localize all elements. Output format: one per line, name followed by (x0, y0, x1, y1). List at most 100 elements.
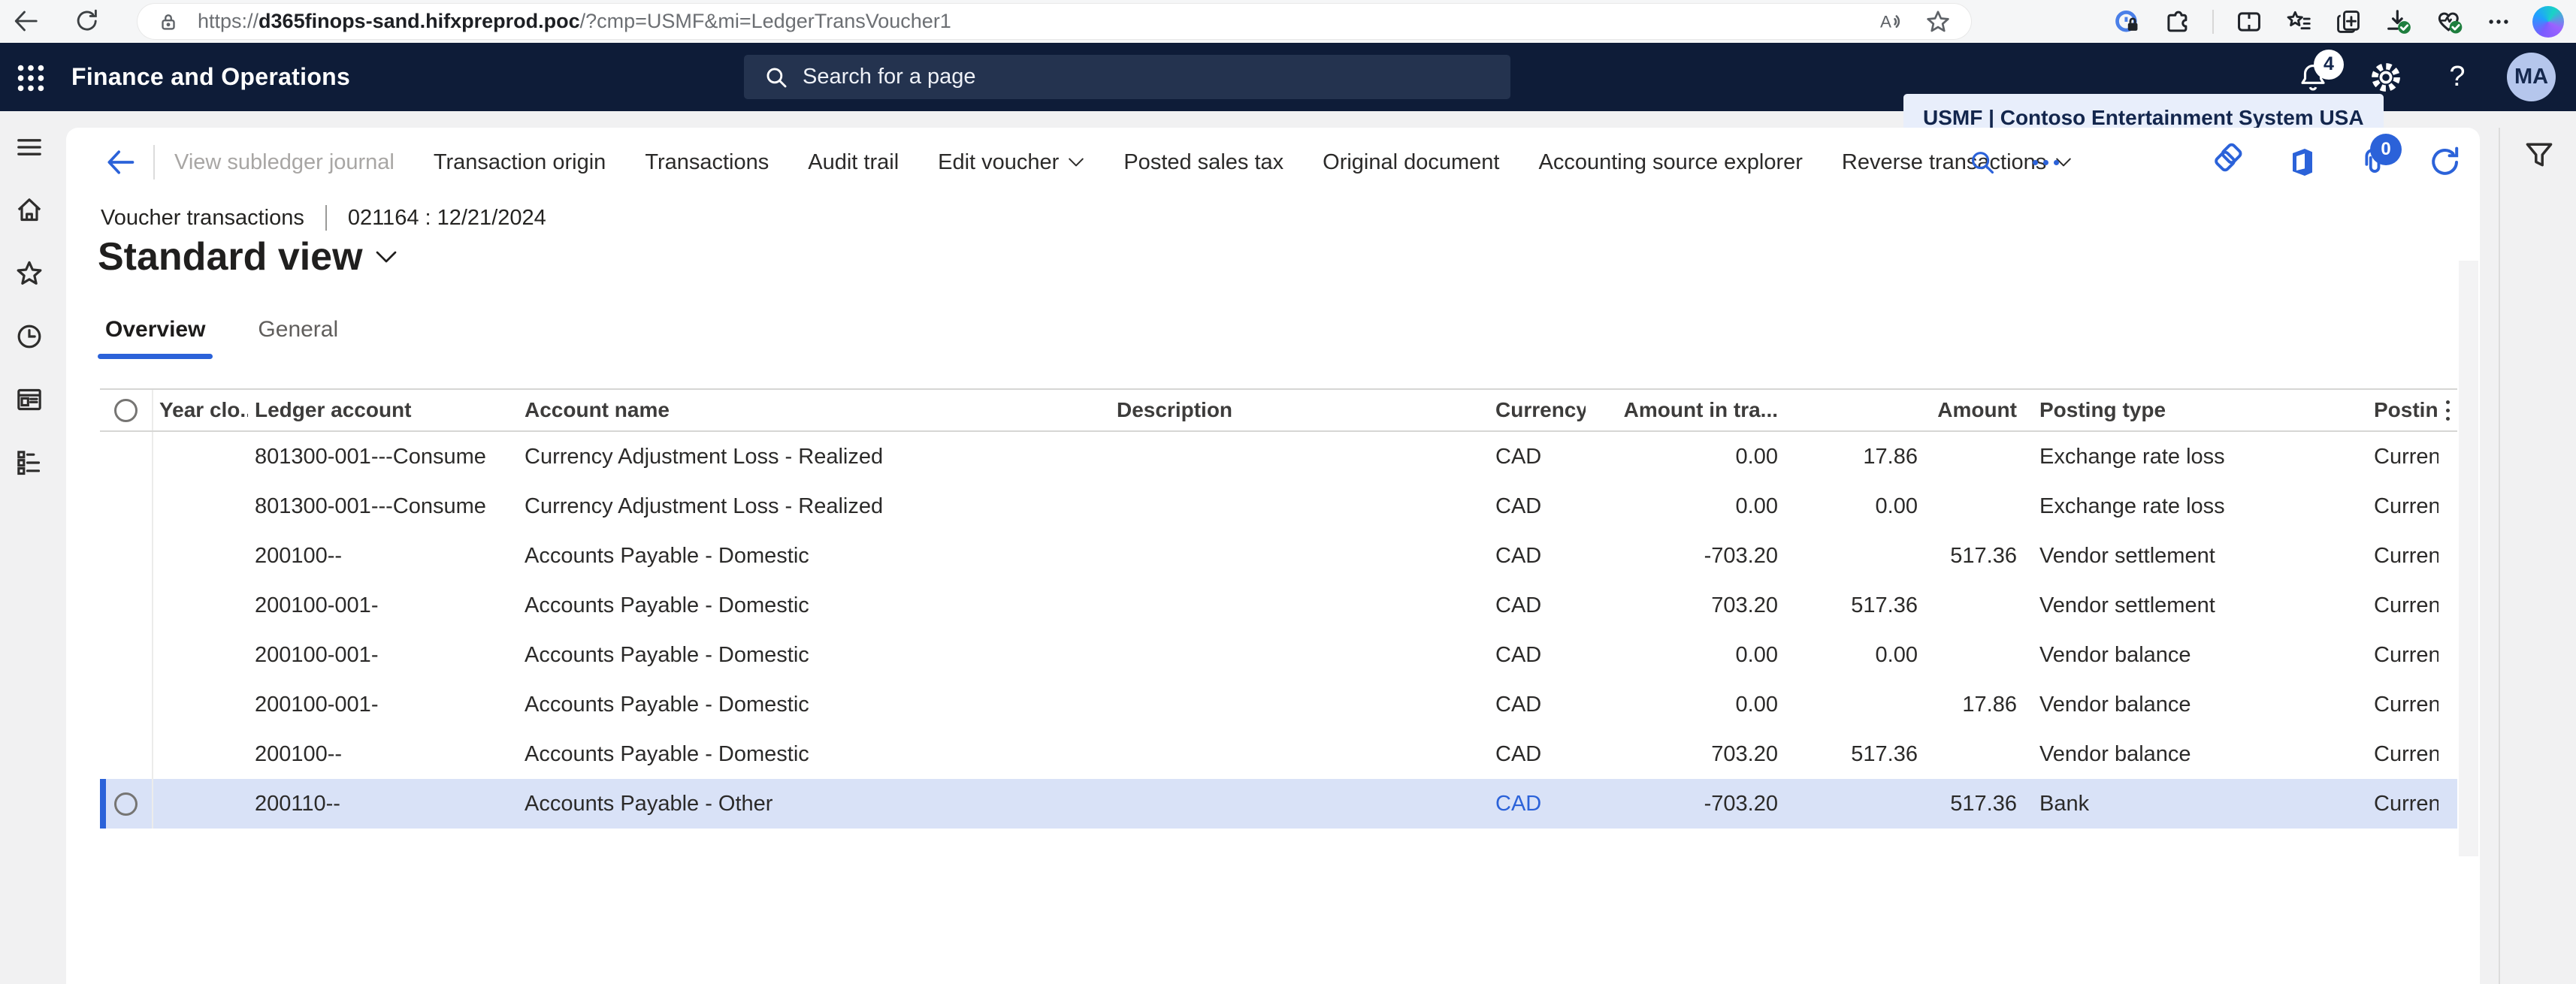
url-text[interactable]: https://d365finops-sand.hifxpreprod.poc/… (198, 10, 951, 33)
svg-text:A: A (1880, 12, 1891, 31)
cell-currency: CAD (1485, 593, 1586, 618)
favorites-star-icon[interactable] (13, 257, 46, 290)
filter-funnel-icon[interactable] (2521, 137, 2557, 173)
cell-amount-in-transaction: 703.20 (1586, 742, 1778, 767)
notifications-button[interactable]: 4 (2290, 43, 2336, 111)
cell-amount: 517.36 (1918, 792, 2017, 816)
table-row[interactable]: 200110--Accounts Payable - OtherCAD-703.… (100, 779, 2457, 829)
table-row[interactable]: 200100--Accounts Payable - DomesticCAD70… (100, 729, 2457, 779)
tab-general[interactable]: General (258, 317, 338, 359)
action-transactions[interactable]: Transactions (645, 150, 769, 175)
action-original-document[interactable]: Original document (1323, 150, 1499, 175)
power-apps-icon[interactable] (2206, 140, 2251, 185)
cell-posting-layer: Current (2367, 792, 2438, 816)
recent-clock-icon[interactable] (13, 320, 46, 353)
voucher-grid: Year clo...Ledger accountAccount nameDes… (100, 388, 2457, 829)
action-view-subledger-journal: View subledger journal (174, 150, 395, 175)
search-input[interactable] (803, 65, 1464, 89)
downloads-icon[interactable] (2384, 7, 2414, 37)
favorites-list-icon[interactable] (2284, 8, 2313, 36)
action-bar: View subledger journal Transaction origin… (66, 128, 2480, 197)
table-row[interactable]: 200100-001-Accounts Payable - DomesticCA… (100, 630, 2457, 680)
row-select-radio[interactable] (100, 630, 153, 680)
row-select-radio[interactable] (100, 680, 153, 729)
cell-posting-layer: Current (2367, 593, 2438, 618)
refresh-icon[interactable] (2423, 140, 2468, 185)
cell-amount-in-transaction: 0.00 (1586, 445, 1778, 469)
hamburger-menu-icon[interactable] (13, 131, 46, 164)
action-accounting-source-explorer[interactable]: Accounting source explorer (1538, 150, 1802, 175)
cell-account-name: Accounts Payable - Domestic (519, 742, 1112, 767)
refresh-icon[interactable] (72, 6, 102, 36)
row-select-radio[interactable] (100, 729, 153, 779)
cell-posting-type: Vendor settlement (2017, 544, 2367, 569)
page-search-box[interactable] (744, 55, 1510, 99)
favorite-star-icon[interactable] (1924, 8, 1952, 35)
table-row[interactable]: 801300-001---ConsumeCurrency Adjustment … (100, 432, 2457, 481)
help-button[interactable]: ? (2435, 43, 2480, 111)
cell-ledger-account: 801300-001---Consume (248, 445, 519, 469)
grid-scrollbar[interactable] (2459, 261, 2478, 856)
row-select-radio[interactable] (100, 432, 153, 481)
office-icon[interactable] (2278, 140, 2324, 185)
table-row[interactable]: 200100-001-Accounts Payable - DomesticCA… (100, 581, 2457, 630)
col-amount-in-transaction[interactable]: Amount in tra... (1586, 398, 1778, 422)
back-arrow-icon[interactable] (101, 143, 140, 182)
breadcrumb-page[interactable]: Voucher transactions (101, 206, 304, 231)
row-select-radio[interactable] (100, 581, 153, 630)
action-edit-voucher[interactable]: Edit voucher (938, 150, 1084, 175)
radio-circle (114, 792, 138, 816)
table-row[interactable]: 200100--Accounts Payable - DomesticCAD-7… (100, 531, 2457, 581)
read-aloud-icon[interactable]: A (1878, 8, 1905, 35)
row-select-radio[interactable] (100, 481, 153, 531)
cell-amount: 517.36 (1918, 544, 2017, 569)
action-item-label: Reverse transactions (1842, 150, 2046, 175)
action-audit-trail[interactable]: Audit trail (808, 150, 899, 175)
row-select-radio[interactable] (100, 531, 153, 581)
row-select-radio[interactable] (100, 779, 153, 829)
col-posting-type[interactable]: Posting type (2017, 398, 2367, 422)
avatar[interactable]: MA (2507, 53, 2556, 101)
filter-panel (2499, 128, 2576, 984)
main-card: View subledger journal Transaction origin… (66, 128, 2480, 984)
col-amount[interactable]: Amount (1918, 398, 2017, 422)
view-selector[interactable]: Standard view (98, 234, 398, 279)
col-currency[interactable]: Currency (1485, 398, 1586, 422)
collections-icon[interactable] (2334, 8, 2363, 36)
action-transaction-origin[interactable]: Transaction origin (434, 150, 606, 175)
lock-icon[interactable] (157, 11, 180, 33)
action-item-label: Edit voucher (938, 150, 1059, 175)
more-commands-button[interactable] (2023, 141, 2068, 183)
col-posting-layer[interactable]: Posting (2367, 398, 2438, 422)
cell-ledger-account: 200110-- (248, 792, 519, 816)
col-description[interactable]: Description (1112, 398, 1485, 422)
modules-list-icon[interactable] (13, 446, 46, 479)
table-row[interactable]: 200100-001-Accounts Payable - DomesticCA… (100, 680, 2457, 729)
privacy-lock-icon[interactable] (2113, 8, 2142, 36)
action-posted-sales-tax[interactable]: Posted sales tax (1123, 150, 1283, 175)
back-icon[interactable] (11, 6, 41, 36)
cell-amount-secondary: 0.00 (1778, 643, 1918, 668)
workspaces-icon[interactable] (13, 383, 46, 416)
address-bar[interactable]: https://d365finops-sand.hifxpreprod.poc/… (138, 4, 1971, 39)
home-icon[interactable] (13, 194, 46, 227)
col-year-closed[interactable]: Year clo... (153, 398, 248, 422)
tab-overview[interactable]: Overview (105, 317, 205, 359)
browser-essentials-icon[interactable] (2435, 7, 2465, 37)
grid-search-button[interactable] (1961, 141, 2003, 183)
col-account-name[interactable]: Account name (519, 398, 1112, 422)
more-dots-icon[interactable] (2486, 9, 2511, 35)
browser-toolbar: https://d365finops-sand.hifxpreprod.poc/… (0, 0, 2576, 43)
settings-button[interactable] (2363, 43, 2408, 111)
attach-paperclip-icon[interactable]: 0 (2351, 140, 2396, 185)
col-ledger-account[interactable]: Ledger account (248, 398, 519, 422)
column-options-button[interactable] (2438, 400, 2457, 421)
table-row[interactable]: 801300-001---ConsumeCurrency Adjustment … (100, 481, 2457, 531)
copilot-icon[interactable] (2532, 6, 2564, 38)
record-id: 021164 : 12/21/2024 (348, 206, 546, 231)
select-all-radio[interactable] (100, 390, 153, 430)
extensions-puzzle-icon[interactable] (2163, 8, 2191, 36)
app-launcher-waffle-icon[interactable] (14, 61, 48, 95)
split-screen-icon[interactable] (2235, 8, 2263, 36)
grid-header-row: Year clo...Ledger accountAccount nameDes… (100, 388, 2457, 432)
